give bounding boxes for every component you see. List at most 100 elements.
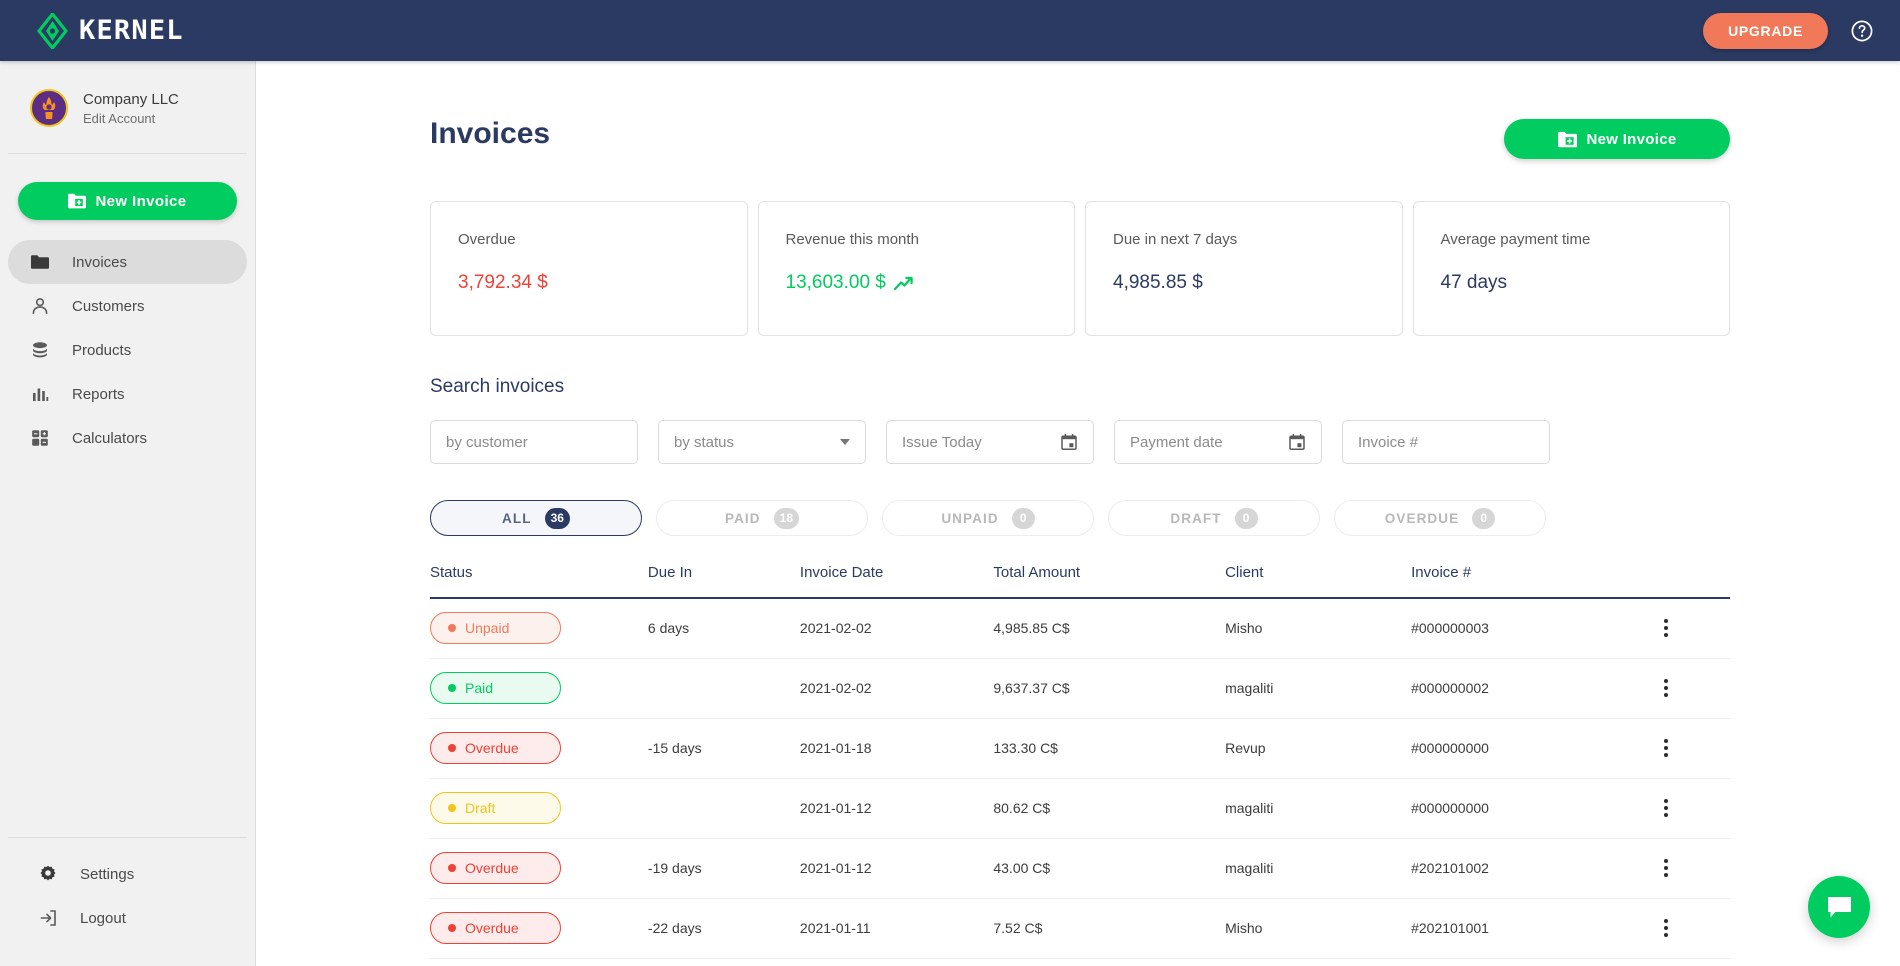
table-header-row: Status Due In Invoice Date Total Amount … — [430, 564, 1730, 599]
column-header-due-in[interactable]: Due In — [647, 564, 800, 599]
edit-account-link[interactable]: Edit Account — [83, 111, 179, 126]
tab-count-badge: 0 — [1472, 507, 1496, 529]
sidebar-item-settings[interactable]: Settings — [16, 852, 239, 896]
status-filter-select[interactable]: by status — [658, 420, 866, 464]
table-row[interactable]: Paid 2021-02-02 9,637.37 C$ magaliti #000000… — [430, 658, 1730, 719]
cell-client: Revup — [1225, 718, 1412, 779]
invoice-number-filter[interactable] — [1342, 420, 1550, 464]
row-menu-icon[interactable] — [1656, 859, 1676, 877]
cell-invoice-date: 2021-01-11 — [799, 898, 994, 959]
sidebar-item-label: Invoices — [72, 253, 128, 271]
kernel-diamond-icon — [37, 12, 68, 49]
stat-value: 13,603.00 $ — [785, 272, 886, 293]
sidebar-item-label: Logout — [80, 909, 126, 927]
cell-total-amount: 7.52 C$ — [993, 898, 1226, 959]
tab-draft[interactable]: DRAFT 0 — [1108, 500, 1320, 536]
user-icon — [32, 298, 48, 314]
cell-actions — [1655, 778, 1730, 839]
sidebar-item-invoices[interactable]: Invoices — [8, 240, 247, 284]
row-menu-icon[interactable] — [1656, 919, 1676, 937]
page-header: Invoices New Invoice — [430, 117, 1730, 159]
stat-card-due-next-7-days: Due in next 7 days 4,985.85 $ — [1085, 201, 1403, 336]
invoice-number-input[interactable] — [1358, 433, 1534, 451]
tab-overdue[interactable]: OVERDUE 0 — [1334, 500, 1546, 536]
sidebar-item-label: Reports — [72, 385, 125, 403]
column-header-status[interactable]: Status — [430, 564, 648, 599]
row-menu-icon[interactable] — [1656, 619, 1676, 638]
trend-up-icon — [893, 276, 913, 290]
cell-status: Paid — [430, 658, 648, 719]
upgrade-button[interactable]: UPGRADE — [1703, 12, 1828, 49]
tab-count-badge: 0 — [1011, 507, 1035, 529]
new-invoice-button[interactable]: New Invoice — [1504, 119, 1730, 159]
status-tabs: ALL 36 PAID 18 UNPAID 0 DRAFT 0 OVERDUE … — [430, 500, 1726, 536]
sidebar-item-calculators[interactable]: Calculators — [8, 416, 247, 460]
user-avatar-flame-icon — [42, 97, 56, 119]
status-label: Overdue — [465, 860, 519, 876]
table-row[interactable]: Unpaid 6 days 2021-02-02 4,985.85 C$ Misho #0… — [430, 598, 1730, 659]
tab-paid[interactable]: PAID 18 — [656, 500, 868, 536]
table-row[interactable]: Overdue -22 days 2021-01-11 7.52 C$ Misho #20… — [430, 898, 1730, 959]
stat-card-average-payment-time: Average payment time 47 days — [1412, 201, 1730, 336]
issue-date-filter[interactable] — [886, 420, 1094, 464]
issue-date-input[interactable] — [902, 433, 1060, 451]
sidebar-item-customers[interactable]: Customers — [8, 284, 247, 328]
table-row[interactable]: Overdue -19 days 2021-01-12 43.00 C$ magalit… — [430, 838, 1730, 899]
row-menu-icon[interactable] — [1656, 799, 1676, 817]
cell-due-in — [647, 778, 800, 839]
tab-count-badge: 0 — [1234, 507, 1258, 529]
sidebar-item-reports[interactable]: Reports — [8, 372, 247, 416]
customer-filter[interactable] — [430, 420, 638, 464]
cell-invoice-date: 2021-01-18 — [799, 718, 994, 779]
main-content: Invoices New Invoice Overdue 3,792.34 $ … — [256, 61, 1900, 966]
table-row[interactable]: Draft 2021-01-12 80.62 C$ magaliti #00000000… — [430, 778, 1730, 839]
avatar — [30, 89, 68, 127]
stat-value: 47 days — [1440, 272, 1508, 293]
payment-date-filter[interactable] — [1114, 420, 1322, 464]
status-dot-icon — [448, 804, 456, 812]
tab-all[interactable]: ALL 36 — [430, 500, 642, 536]
status-badge: Overdue — [430, 912, 561, 944]
sidebar-item-label: Customers — [72, 297, 145, 315]
stat-value-wrap: 13,603.00 $ — [786, 272, 1048, 294]
tab-label: OVERDUE — [1384, 510, 1460, 526]
brand-logo-group[interactable]: KERNEL — [37, 12, 184, 49]
sidebar-item-products[interactable]: Products — [8, 328, 247, 372]
column-header-invoice-number[interactable]: Invoice # — [1411, 564, 1656, 599]
sidebar-new-invoice-label: New Invoice — [95, 192, 187, 210]
tab-unpaid[interactable]: UNPAID 0 — [882, 500, 1094, 536]
tab-label: PAID — [724, 510, 761, 526]
row-menu-icon[interactable] — [1656, 679, 1676, 697]
cell-due-in: -22 days — [647, 898, 800, 959]
table-head: Status Due In Invoice Date Total Amount … — [430, 564, 1730, 599]
question-circle-icon[interactable] — [1850, 19, 1874, 43]
invoices-table: Status Due In Invoice Date Total Amount … — [430, 564, 1730, 959]
table-row[interactable]: Overdue -15 days 2021-01-18 133.30 C$ Revup #… — [430, 718, 1730, 779]
payment-date-input[interactable] — [1130, 433, 1288, 451]
calendar-icon[interactable] — [1288, 433, 1306, 451]
folder-plus-icon — [68, 193, 87, 209]
brand-name: KERNEL — [79, 15, 184, 46]
sidebar-item-logout[interactable]: Logout — [16, 896, 239, 940]
cell-status: Draft — [430, 778, 648, 839]
cell-invoice-date: 2021-02-02 — [799, 658, 994, 719]
sidebar: Company LLC Edit Account New Invoice Inv… — [0, 61, 256, 966]
search-customer-input[interactable] — [446, 433, 622, 451]
account-block[interactable]: Company LLC Edit Account — [8, 61, 247, 154]
status-filter-value: by status — [674, 433, 735, 451]
chat-widget-button[interactable] — [1808, 876, 1870, 938]
column-header-client[interactable]: Client — [1225, 564, 1412, 599]
cell-status: Overdue — [430, 718, 648, 779]
column-header-invoice-date[interactable]: Invoice Date — [799, 564, 994, 599]
status-dot-icon — [448, 864, 456, 872]
cell-due-in: -15 days — [647, 718, 800, 779]
column-header-total-amount[interactable]: Total Amount — [993, 564, 1226, 599]
calendar-icon[interactable] — [1060, 433, 1078, 451]
sidebar-nav: Invoices Customers Products Reports Calc… — [0, 240, 255, 460]
cell-total-amount: 9,637.37 C$ — [993, 658, 1226, 719]
row-menu-icon[interactable] — [1656, 739, 1676, 757]
sidebar-new-invoice-button[interactable]: New Invoice — [18, 182, 237, 220]
cell-invoice-number: #000000000 — [1411, 718, 1656, 779]
cell-invoice-number: #202101002 — [1411, 838, 1656, 899]
folder-icon — [31, 255, 49, 269]
